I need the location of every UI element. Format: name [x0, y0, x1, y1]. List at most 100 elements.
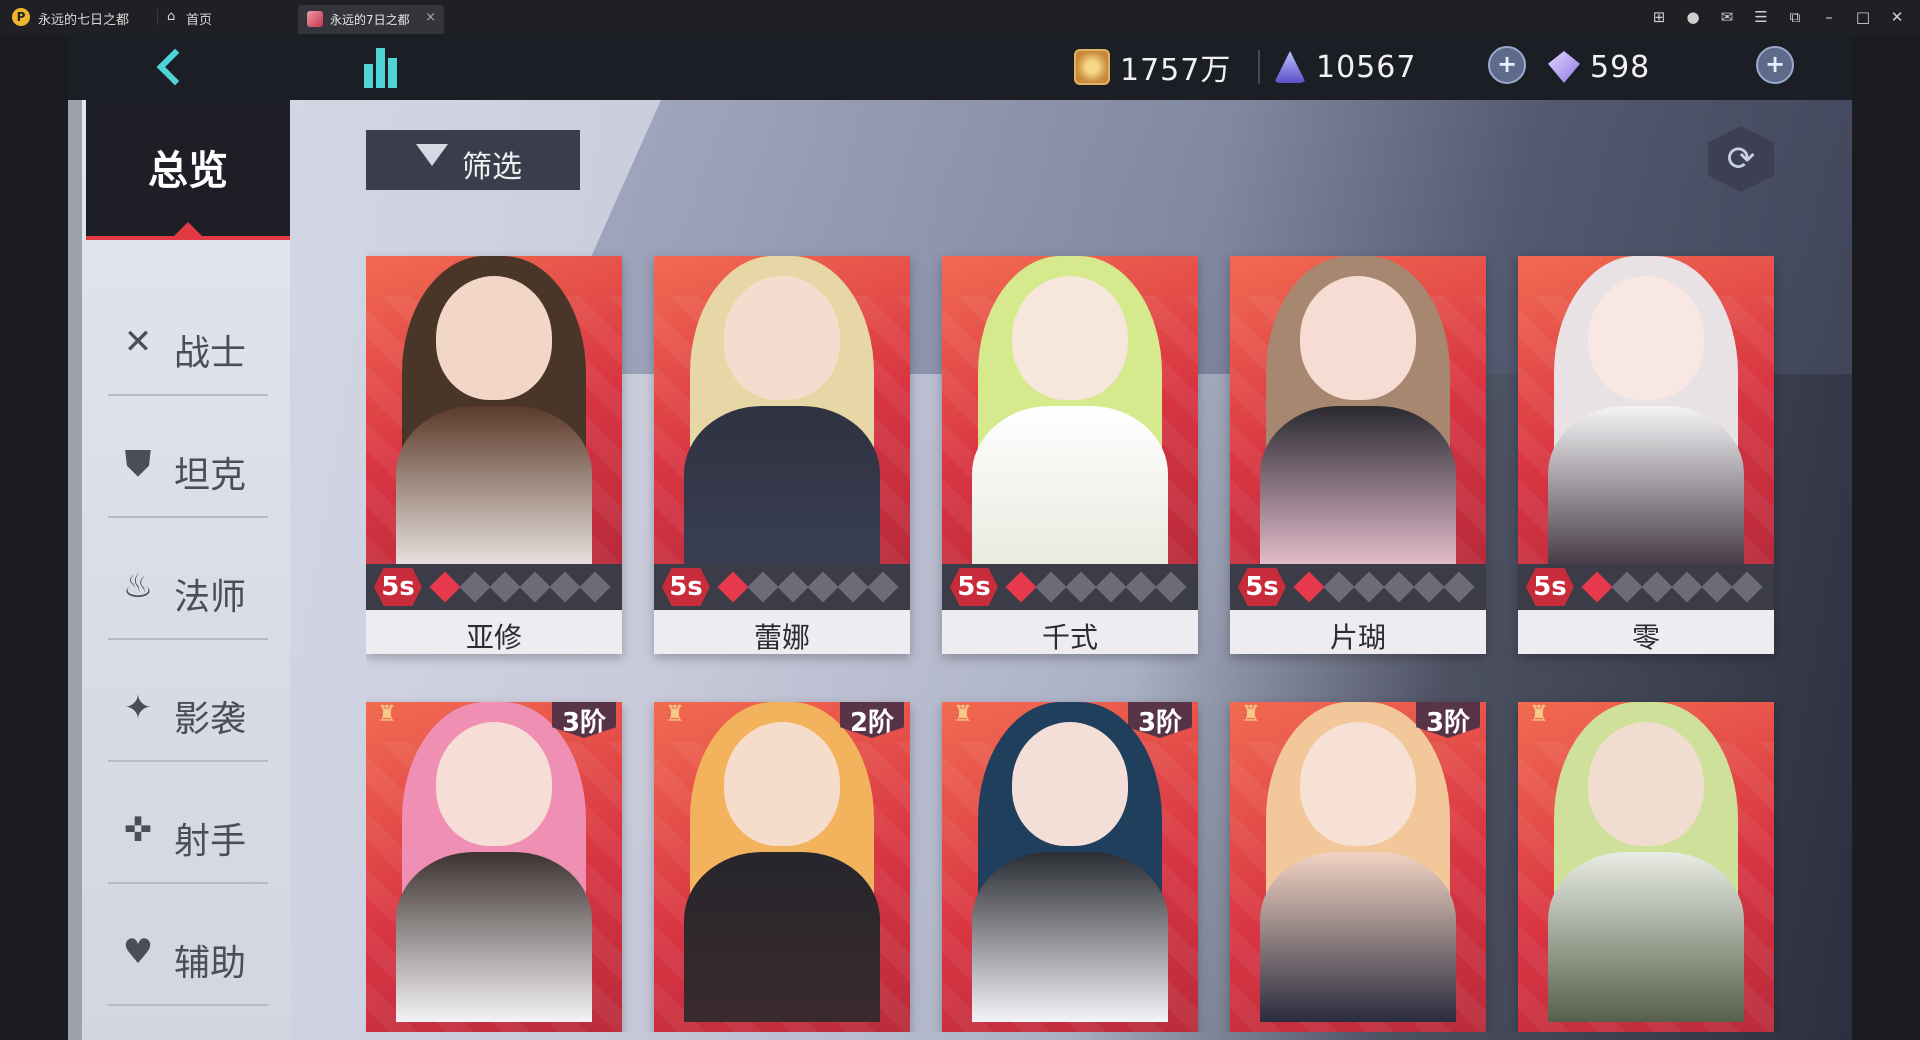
faction-emblem-icon: ♜ — [1529, 702, 1549, 727]
character-card[interactable]: ♜ 3阶 — [942, 702, 1198, 1032]
portrait-face — [436, 276, 552, 400]
stamina-value: 10567 — [1316, 49, 1417, 85]
funnel-icon — [416, 144, 448, 166]
star-icon — [579, 571, 611, 603]
tab-home[interactable]: ⌂ 首页 — [164, 0, 294, 34]
category-assassin[interactable]: ✦ 影袭 — [108, 658, 268, 762]
category-label: 射手 — [174, 821, 247, 862]
gem-counter: 598 — [1548, 44, 1650, 90]
portrait-face — [1012, 722, 1128, 846]
portrait-face — [1300, 276, 1416, 400]
star-icon — [1671, 571, 1703, 603]
star-icon — [519, 571, 551, 603]
category-marksman[interactable]: ✜ 射手 — [108, 780, 268, 884]
star-icon — [1155, 571, 1187, 603]
faction-emblem-icon: ♜ — [665, 702, 685, 727]
character-portrait — [942, 256, 1198, 564]
star-icon — [1065, 571, 1097, 603]
character-card[interactable]: ♜ 3阶 — [1230, 702, 1486, 1032]
faction-emblem-icon: ♜ — [953, 702, 973, 727]
gem-value: 598 — [1590, 49, 1651, 85]
category-label: 影袭 — [174, 699, 247, 740]
heart-icon: ♥ — [122, 932, 154, 972]
name-bar: 蕾娜 — [654, 610, 910, 654]
star-bar: 5s — [366, 564, 622, 610]
mail-icon[interactable]: ✉ — [1716, 8, 1738, 26]
portrait-face — [1300, 722, 1416, 846]
character-card[interactable]: 5s 千式 — [942, 256, 1198, 654]
resource-divider — [1258, 50, 1260, 84]
portrait-face — [436, 722, 552, 846]
overview-label: 总览 — [148, 148, 228, 194]
star-icon — [1095, 571, 1127, 603]
character-card[interactable]: 5s 亚修 — [366, 256, 622, 654]
character-card[interactable]: 5s 蕾娜 — [654, 256, 910, 654]
back-button[interactable] — [148, 44, 198, 88]
gem-icon — [1548, 51, 1580, 83]
tab-overview[interactable]: 总览 — [86, 100, 290, 240]
category-mage[interactable]: ♨ 法师 — [108, 536, 268, 640]
character-card[interactable]: 5s 片瑚 — [1230, 256, 1486, 654]
star-icon — [1731, 571, 1763, 603]
name-bar: 亚修 — [366, 610, 622, 654]
user-icon[interactable]: ● — [1682, 8, 1704, 26]
category-label: 坦克 — [174, 455, 247, 496]
titlebar-divider — [157, 9, 158, 25]
character-name: 千式 — [1041, 621, 1098, 654]
character-name: 零 — [1631, 621, 1660, 654]
crossed-swords-icon: ✕ — [123, 322, 153, 362]
character-card[interactable]: ♜ 2阶 — [654, 702, 910, 1032]
emulator-logo-icon: P — [12, 8, 30, 26]
star-icon — [1353, 571, 1385, 603]
star-icon — [489, 571, 521, 603]
game-topbar: 1757万 10567 + 598 + — [68, 34, 1852, 100]
add-stamina-button[interactable]: + — [1488, 46, 1526, 84]
category-support[interactable]: ♥ 辅助 — [108, 902, 268, 1006]
filter-button[interactable]: 筛选 — [366, 130, 580, 190]
character-portrait — [366, 702, 622, 1032]
character-name: 蕾娜 — [753, 621, 810, 654]
star-icon — [807, 571, 839, 603]
character-card[interactable]: ♜ — [1518, 702, 1774, 1032]
faction-emblem-icon: ♜ — [1241, 702, 1261, 727]
character-card[interactable]: ♜ 3阶 — [366, 702, 622, 1032]
maximize-icon[interactable]: □ — [1852, 8, 1874, 26]
pin-icon[interactable]: ⧉ — [1784, 8, 1806, 26]
menu-icon[interactable]: ☰ — [1750, 8, 1772, 26]
star-icon — [1035, 571, 1067, 603]
star-icon — [867, 571, 899, 603]
tab-game[interactable]: 永远的7日之都 × — [298, 5, 444, 34]
portrait-face — [724, 276, 840, 400]
category-tank[interactable]: ⛊ 坦克 — [108, 414, 268, 518]
star-icon — [1323, 571, 1355, 603]
portrait-face — [1012, 276, 1128, 400]
tab-close-icon[interactable]: × — [425, 10, 436, 25]
minimize-icon[interactable]: – — [1818, 8, 1840, 26]
portrait-outfit — [1548, 852, 1744, 1022]
grade-badge: 5s — [1238, 568, 1286, 606]
star-icon — [1383, 571, 1415, 603]
close-window-icon[interactable]: ✕ — [1886, 8, 1908, 26]
crossbow-icon: ✜ — [123, 810, 153, 850]
category-label: 战士 — [174, 333, 247, 374]
name-bar: 零 — [1518, 610, 1774, 654]
gamepad-icon[interactable]: ⊞ — [1648, 8, 1670, 26]
grade-badge: 5s — [950, 568, 998, 606]
emulator-titlebar: P 永远的七日之都 ⌂ 首页 永远的7日之都 × ⊞ ● ✉ ☰ ⧉ – □ ✕ — [0, 0, 1920, 34]
star-icon — [429, 571, 461, 603]
window-controls: ⊞ ● ✉ ☰ ⧉ – □ ✕ — [1648, 0, 1908, 34]
active-indicator — [174, 222, 202, 236]
character-portrait — [1230, 702, 1486, 1032]
star-icon — [1125, 571, 1157, 603]
character-portrait — [654, 702, 910, 1032]
category-label: 法师 — [174, 577, 247, 618]
portrait-outfit — [396, 406, 592, 564]
category-warrior[interactable]: ✕ 战士 — [108, 292, 268, 396]
star-icon — [777, 571, 809, 603]
star-icon — [1293, 571, 1325, 603]
city-icon[interactable] — [358, 42, 408, 92]
add-gems-button[interactable]: + — [1756, 46, 1794, 84]
star-bar: 5s — [1230, 564, 1486, 610]
flame-icon: ♨ — [122, 566, 154, 606]
character-card[interactable]: 5s 零 — [1518, 256, 1774, 654]
